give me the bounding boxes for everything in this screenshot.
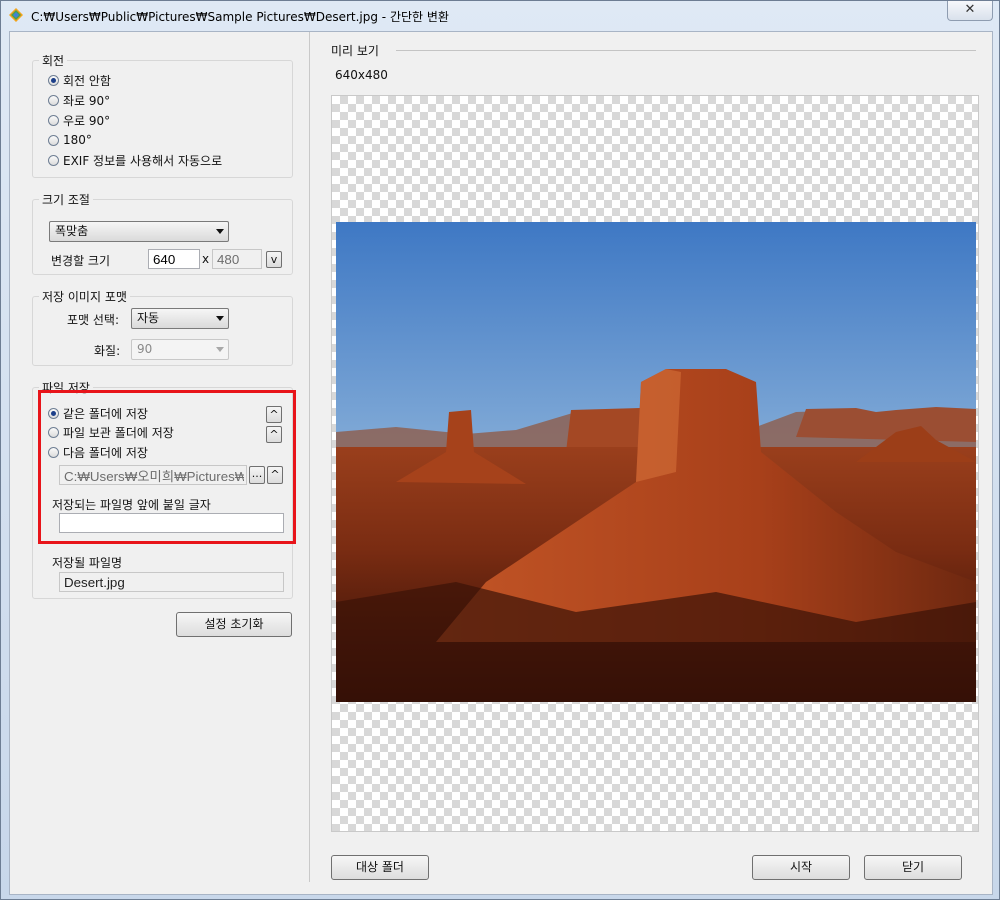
chevron-down-icon: [216, 316, 224, 321]
close-window-button[interactable]: ✕: [947, 1, 993, 21]
app-window: C:₩Users₩Public₩Pictures₩Sample Pictures…: [0, 0, 1000, 900]
format-label: 포맷 선택:: [67, 313, 120, 327]
chevron-down-icon: [216, 347, 224, 352]
radio-rotate-right[interactable]: 우로 90°: [48, 111, 110, 129]
radio-rotate-180[interactable]: 180°: [48, 131, 92, 149]
reset-settings-button[interactable]: 설정 초기화: [176, 612, 292, 637]
quality-select[interactable]: 90: [131, 339, 229, 360]
saved-name-label: 저장될 파일명: [52, 556, 123, 570]
radio-button[interactable]: [48, 114, 59, 126]
app-icon: [9, 8, 23, 22]
close-button[interactable]: 닫기: [864, 855, 962, 880]
radio-label: EXIF 정보를 사용해서 자동으로: [63, 153, 223, 168]
radio-button[interactable]: [48, 154, 59, 166]
quality-label: 화질:: [94, 344, 121, 358]
target-folder-button[interactable]: 대상 폴더: [331, 855, 429, 880]
format-select[interactable]: 자동: [131, 308, 229, 329]
window-title: C:₩Users₩Public₩Pictures₩Sample Pictures…: [31, 10, 449, 24]
height-input[interactable]: [212, 249, 262, 269]
saved-name-field: [59, 572, 284, 592]
resize-mode-value: 폭맞춤: [55, 224, 89, 238]
radio-label: 회전 안함: [63, 73, 111, 88]
size-label: 변경할 크기: [51, 254, 111, 268]
preview-divider: [396, 50, 976, 51]
resize-legend: 크기 조절: [42, 193, 90, 207]
left-mesa: [566, 408, 646, 452]
format-legend: 저장 이미지 포맷: [42, 290, 127, 304]
size-separator: x: [202, 252, 210, 266]
size-dropdown-button[interactable]: v: [266, 251, 282, 268]
radio-label: 우로 90°: [63, 113, 111, 128]
chevron-down-icon: [216, 229, 224, 234]
rotation-legend: 회전: [42, 54, 65, 68]
dialog-body: 회전 회전 안함 좌로 90° 우로 90° 180° EXIF 정보를 사용해…: [9, 31, 993, 895]
format-value: 자동: [137, 311, 160, 325]
title-bar: C:₩Users₩Public₩Pictures₩Sample Pictures…: [1, 1, 999, 31]
desert-photo: [336, 222, 976, 702]
radio-label: 180°: [63, 133, 92, 147]
start-button[interactable]: 시작: [752, 855, 850, 880]
resize-mode-select[interactable]: 폭맞춤: [49, 221, 229, 242]
right-mesa: [796, 407, 976, 442]
radio-rotate-none[interactable]: 회전 안함: [48, 71, 111, 89]
highlight-box: [38, 390, 296, 544]
radio-button[interactable]: [48, 74, 59, 86]
radio-button[interactable]: [48, 134, 59, 146]
width-input[interactable]: [148, 249, 200, 269]
quality-value: 90: [137, 342, 153, 356]
preview-dimensions: 640x480: [335, 68, 388, 82]
radio-rotate-exif[interactable]: EXIF 정보를 사용해서 자동으로: [48, 151, 222, 169]
radio-label: 좌로 90°: [63, 93, 111, 108]
settings-panel: 회전 회전 안함 좌로 90° 우로 90° 180° EXIF 정보를 사용해…: [10, 32, 310, 882]
radio-button[interactable]: [48, 94, 59, 106]
butte-highlight: [636, 369, 681, 482]
preview-title: 미리 보기: [331, 44, 379, 58]
radio-rotate-left[interactable]: 좌로 90°: [48, 91, 110, 109]
preview-canvas: [331, 95, 979, 832]
